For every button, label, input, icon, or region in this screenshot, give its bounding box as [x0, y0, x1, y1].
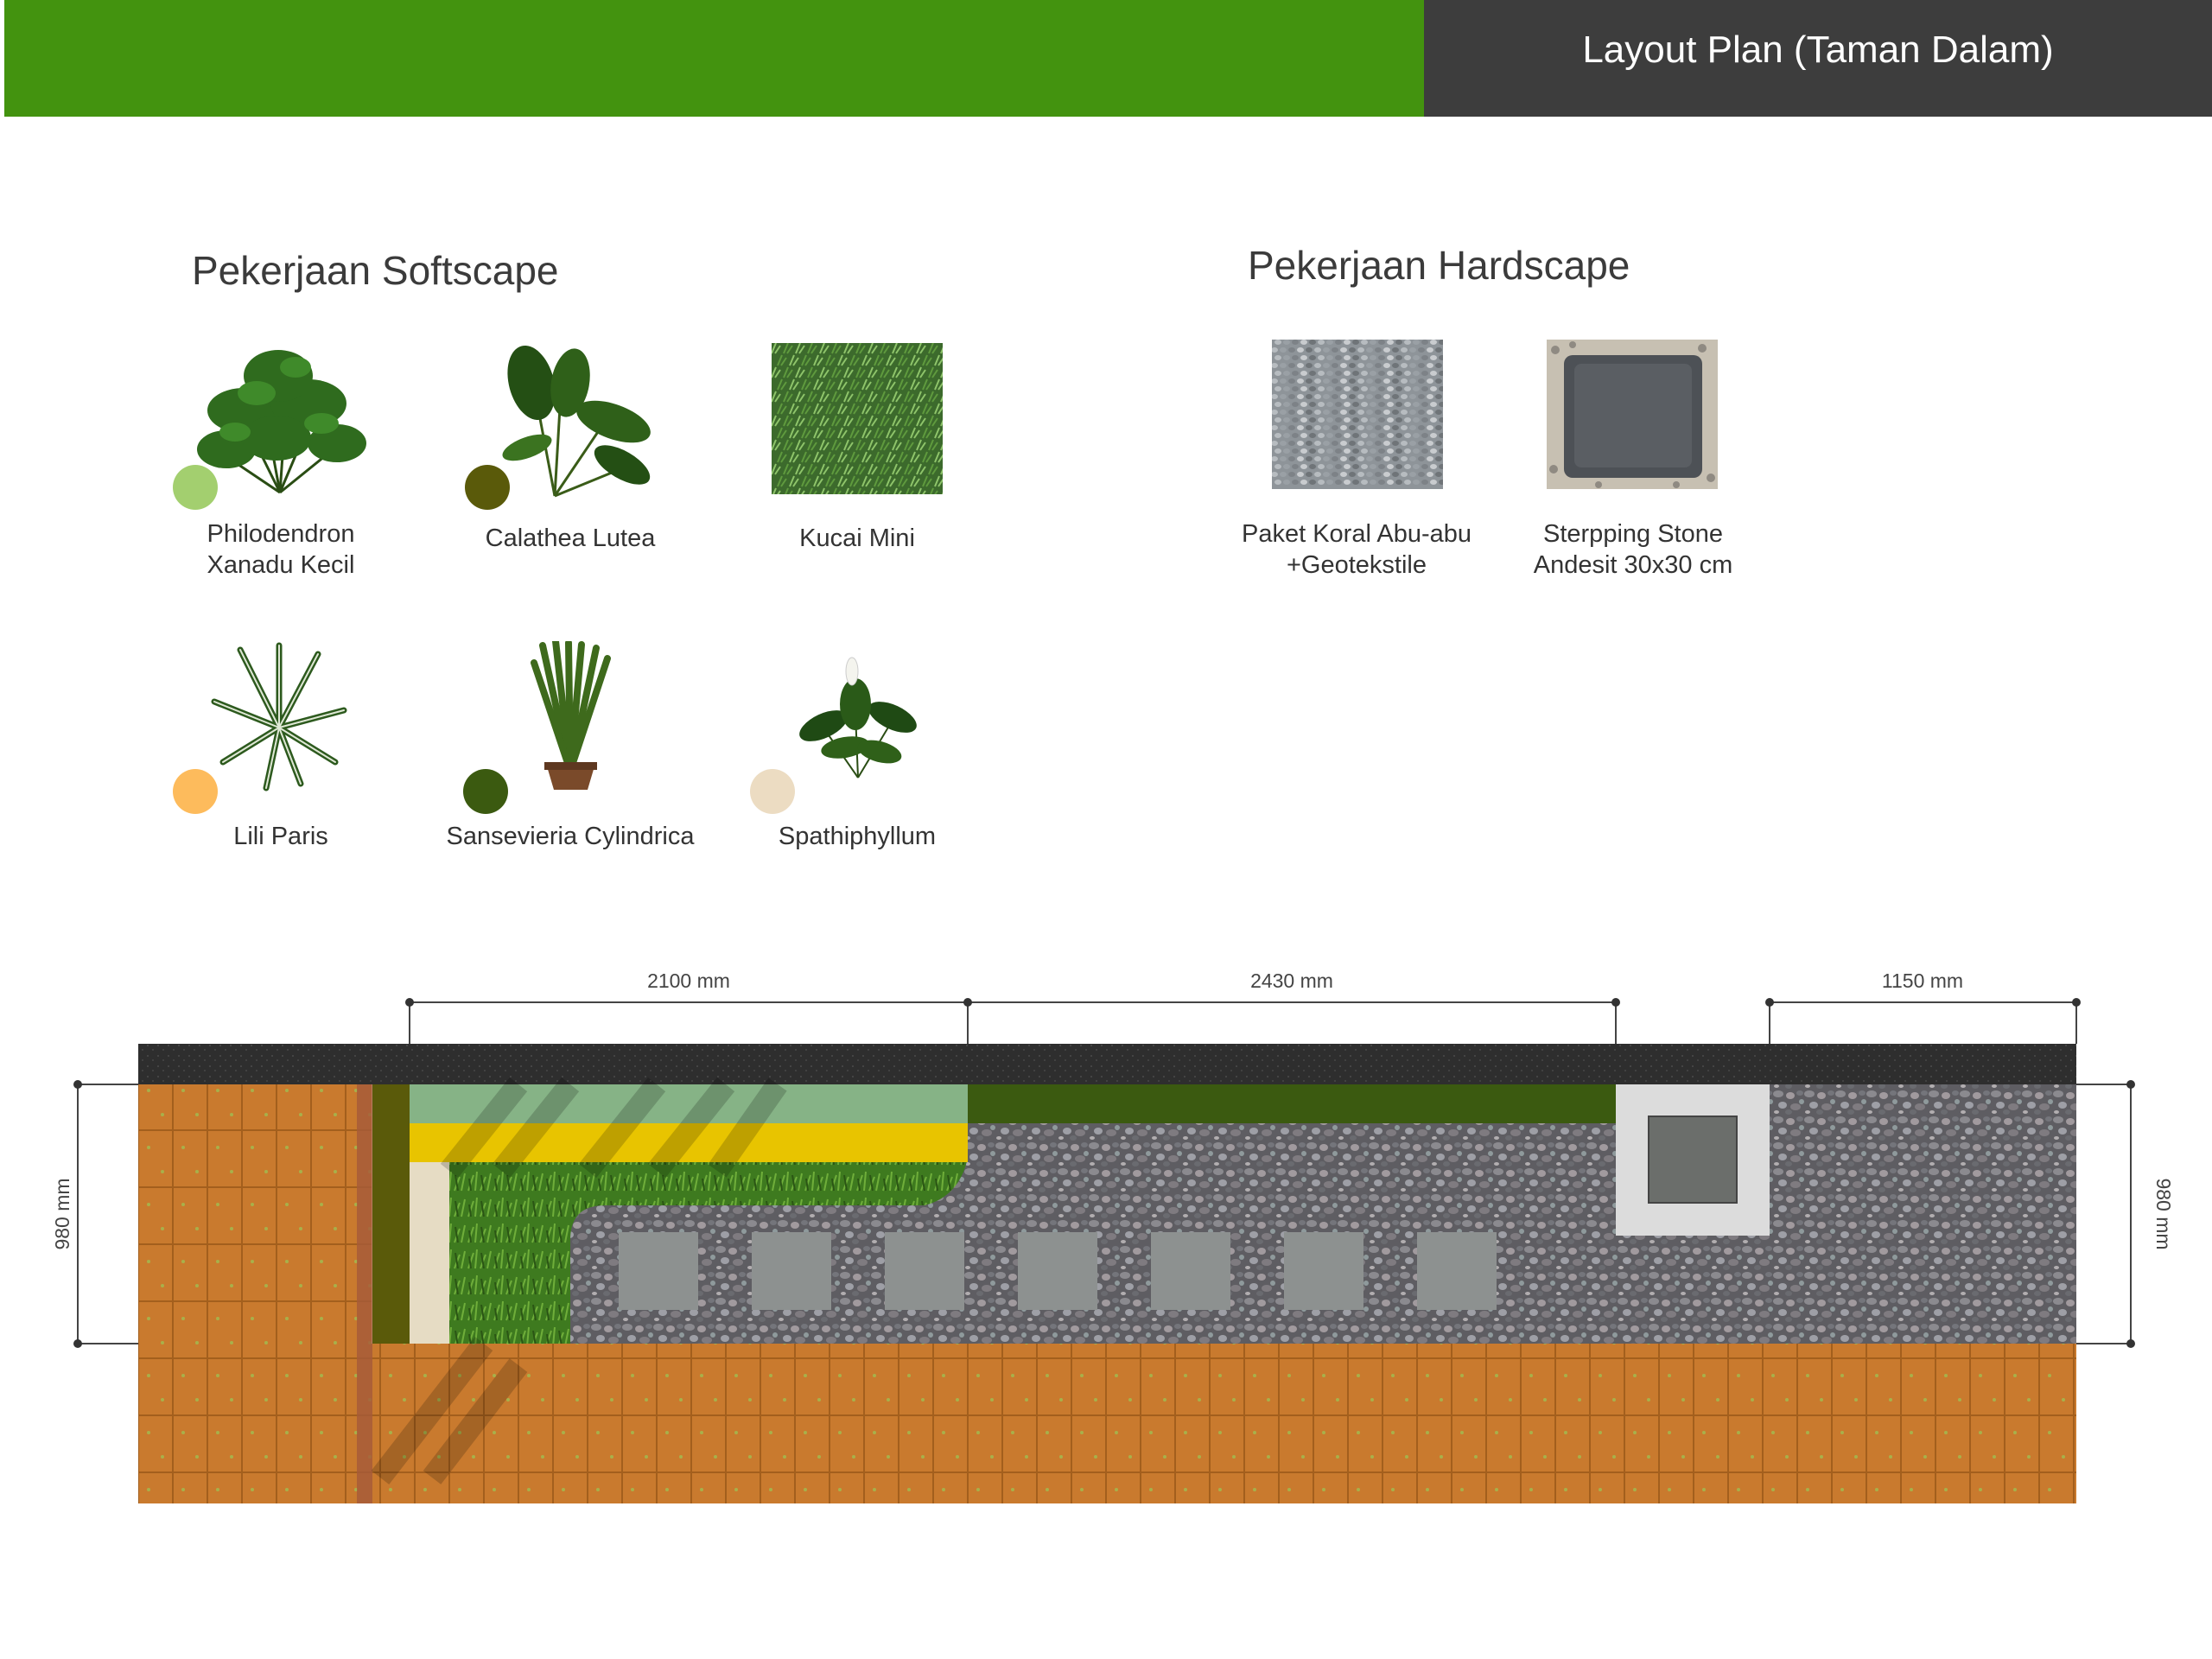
stepping-stone	[1018, 1232, 1097, 1310]
calathea-legend-dot	[465, 465, 510, 510]
calathea-plant-icon	[501, 344, 661, 498]
stepping-stone	[752, 1232, 831, 1310]
stepping-stone	[1284, 1232, 1363, 1310]
dimension-label-right: 980 mm	[2152, 1178, 2175, 1249]
stepping-stone-label: Sterpping Stone Andesit 30x30 cm	[1486, 518, 1780, 581]
floor-tiles-left	[138, 1084, 372, 1344]
dimension-lines-top	[409, 1001, 2077, 1044]
lili-paris-legend-dot	[173, 769, 218, 814]
stepping-stone	[1417, 1232, 1497, 1310]
stepping-stone-label-line2: Andesit 30x30 cm	[1533, 551, 1733, 579]
boundary-wall	[138, 1044, 2076, 1084]
dimension-label-2100: 2100 mm	[647, 969, 730, 992]
dimension-label-left: 980 mm	[51, 1178, 73, 1249]
koral-label-line1: Paket Koral Abu-abu	[1241, 520, 1471, 548]
lili-paris-label: Lili Paris	[233, 823, 328, 850]
spathiphyllum-label: Spathiphyllum	[778, 823, 937, 850]
softscape-title: Pekerjaan Softscape	[192, 248, 559, 293]
spathiphyllum-legend-dot	[750, 769, 795, 814]
dimension-label-2430: 2430 mm	[1250, 969, 1333, 992]
stepping-stone	[885, 1232, 964, 1310]
spathiphyllum-strip	[410, 1162, 449, 1344]
grass-texture-icon	[772, 343, 943, 494]
sansevieria-label: Sansevieria Cylindrica	[446, 823, 695, 850]
stepping-stone-icon	[1547, 340, 1718, 489]
header-green-bar	[4, 0, 1424, 117]
stepping-stone-label-line1: Sterpping Stone	[1543, 520, 1723, 548]
peace-lily-plant-icon	[793, 652, 923, 782]
sansevieria-legend-dot	[463, 769, 508, 814]
page-title: Layout Plan (Taman Dalam)	[1582, 29, 2054, 71]
stepping-stone	[619, 1232, 698, 1310]
gravel-texture-icon	[1272, 340, 1443, 489]
stepping-stone	[1151, 1232, 1230, 1310]
sansevieria-strip	[968, 1084, 1616, 1123]
spider-plant-icon	[206, 641, 353, 792]
layout-plan-drawing: 2100 mm 2430 mm 1150 mm 980 mm 980 mm	[51, 969, 2175, 1503]
drain-grate	[1648, 1116, 1738, 1204]
kucai-label: Kucai Mini	[799, 524, 915, 552]
calathea-label: Calathea Lutea	[485, 524, 656, 552]
philodendron-legend-dot	[173, 465, 218, 510]
tile-border-strip	[357, 1084, 372, 1503]
sansevieria-plant-icon	[525, 641, 616, 792]
philodendron-plant-icon	[192, 341, 369, 497]
koral-label: Paket Koral Abu-abu +Geotekstile	[1210, 518, 1503, 581]
dimension-label-1150: 1150 mm	[1882, 969, 1963, 992]
koral-label-line2: +Geotekstile	[1286, 551, 1427, 579]
philodendron-label: Philodendron Xanadu Kecil	[138, 518, 423, 581]
philodendron-label-line1: Philodendron	[207, 520, 355, 548]
philodendron-label-line2: Xanadu Kecil	[207, 551, 355, 579]
calathea-strip	[372, 1084, 410, 1344]
hardscape-title: Pekerjaan Hardscape	[1248, 243, 1630, 288]
